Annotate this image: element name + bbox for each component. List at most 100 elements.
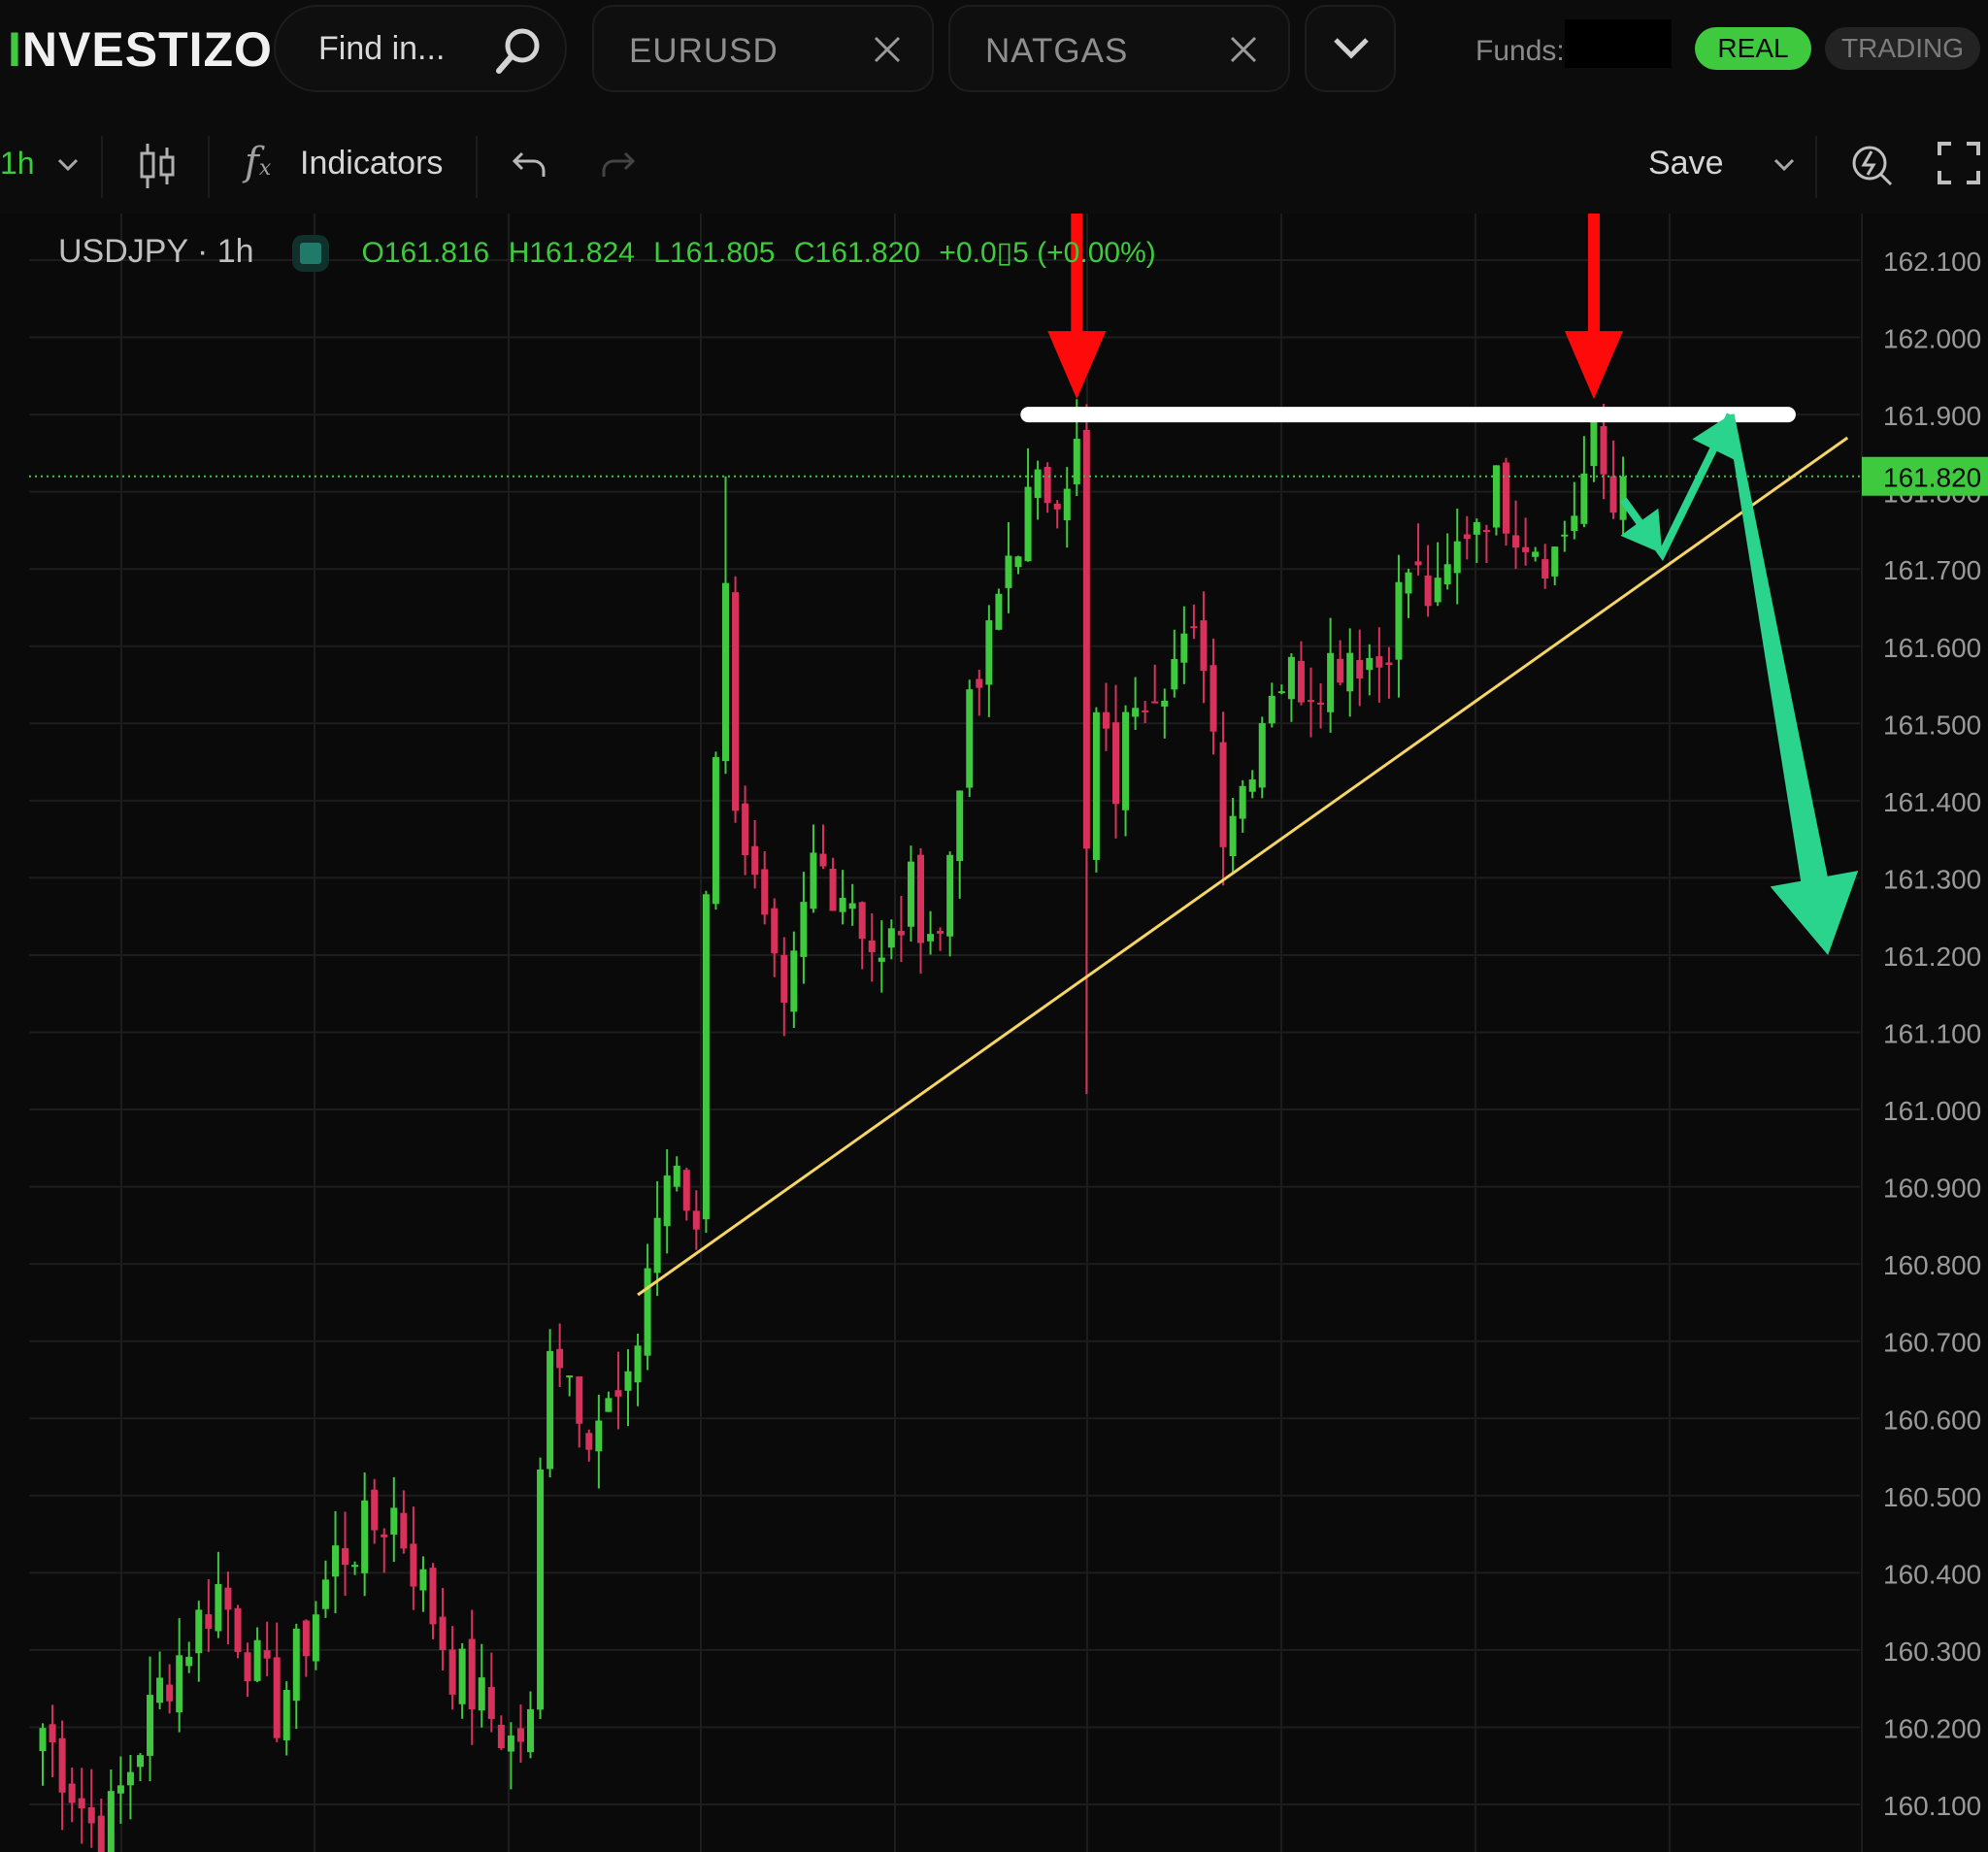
candle bbox=[1443, 564, 1451, 585]
search-box[interactable]: Find in... bbox=[274, 5, 567, 92]
y-axis-tick-label: 160.100 bbox=[1883, 1791, 1981, 1821]
candle bbox=[487, 1686, 495, 1719]
candle bbox=[1337, 658, 1344, 683]
tab-eurusd[interactable]: EURUSD bbox=[592, 5, 934, 92]
search-input[interactable]: Find in... bbox=[318, 30, 445, 68]
real-account-toggle[interactable]: REAL bbox=[1695, 27, 1811, 70]
indicators-button[interactable]: Indicators bbox=[300, 145, 443, 182]
candlestick-type-icon[interactable] bbox=[138, 142, 177, 190]
funds-value-redacted bbox=[1565, 19, 1672, 68]
y-axis-tick-label: 161.600 bbox=[1883, 633, 1981, 663]
current-price-label: 161.820 bbox=[1883, 463, 1981, 493]
logo[interactable]: INVESTIZO bbox=[8, 21, 273, 78]
legend-open: O161.816 bbox=[361, 237, 490, 269]
candle bbox=[497, 1724, 505, 1748]
y-axis-tick-label: 160.500 bbox=[1883, 1482, 1981, 1512]
candle bbox=[692, 1210, 700, 1230]
function-icon[interactable]: fx bbox=[245, 140, 271, 184]
funds-label: Funds: bbox=[1475, 35, 1565, 67]
candle bbox=[1277, 691, 1285, 694]
candle bbox=[1551, 546, 1559, 577]
close-icon[interactable] bbox=[1228, 34, 1259, 65]
candle bbox=[49, 1724, 56, 1742]
candle bbox=[566, 1375, 574, 1378]
candle bbox=[458, 1648, 466, 1704]
candle bbox=[663, 1175, 671, 1227]
candle bbox=[1346, 652, 1354, 692]
candle bbox=[1142, 710, 1149, 712]
candle bbox=[390, 1507, 398, 1535]
candle bbox=[985, 620, 993, 685]
candle bbox=[1209, 665, 1217, 732]
y-axis-tick-label: 160.800 bbox=[1883, 1250, 1981, 1280]
candle bbox=[1503, 462, 1509, 534]
legend-high: H161.824 bbox=[508, 237, 635, 269]
candle bbox=[126, 1771, 134, 1786]
alert-clock-icon[interactable] bbox=[1848, 140, 1897, 188]
candle bbox=[1590, 416, 1598, 467]
candle bbox=[1092, 711, 1100, 860]
candle bbox=[107, 1791, 115, 1852]
candle bbox=[1053, 503, 1061, 510]
candle bbox=[1161, 700, 1169, 707]
candle bbox=[1541, 559, 1549, 579]
tab-natgas[interactable]: NATGAS bbox=[948, 5, 1290, 92]
search-icon[interactable] bbox=[493, 26, 544, 77]
candle bbox=[1532, 551, 1540, 557]
redo-icon[interactable] bbox=[598, 148, 637, 181]
candle bbox=[878, 957, 885, 962]
candle bbox=[819, 853, 827, 867]
y-axis-tick-label: 161.100 bbox=[1883, 1019, 1981, 1049]
candle bbox=[1132, 708, 1140, 717]
interval-selector[interactable]: 1h bbox=[0, 146, 35, 182]
candle bbox=[371, 1489, 379, 1531]
candle bbox=[732, 592, 740, 811]
save-button[interactable]: Save bbox=[1648, 145, 1724, 182]
top-bar: INVESTIZO Find in... EURUSD NATGAS Funds… bbox=[0, 0, 1988, 120]
candle bbox=[644, 1268, 651, 1356]
candle bbox=[1268, 695, 1276, 724]
candle bbox=[1385, 662, 1393, 666]
close-icon[interactable] bbox=[872, 34, 903, 65]
candle bbox=[1297, 660, 1305, 703]
candle bbox=[1151, 701, 1159, 704]
candle bbox=[722, 582, 729, 762]
fullscreen-icon[interactable] bbox=[1938, 142, 1980, 184]
chevron-down-icon[interactable] bbox=[56, 157, 80, 173]
candle bbox=[848, 903, 856, 909]
candle bbox=[585, 1433, 593, 1450]
toolbar-divider bbox=[101, 136, 103, 198]
candle bbox=[273, 1657, 281, 1738]
candle bbox=[516, 1728, 524, 1742]
candle bbox=[302, 1620, 310, 1657]
candle bbox=[927, 934, 935, 942]
tabs-dropdown-button[interactable] bbox=[1305, 5, 1396, 92]
candle bbox=[995, 593, 1003, 630]
y-axis-tick-label: 161.700 bbox=[1883, 555, 1981, 585]
candle bbox=[185, 1656, 193, 1667]
candle bbox=[58, 1737, 66, 1793]
candle bbox=[419, 1569, 427, 1591]
chart-area[interactable]: 162.100162.000161.900161.800161.700161.6… bbox=[0, 214, 1988, 1852]
y-axis-tick-label: 161.500 bbox=[1883, 710, 1981, 740]
candle bbox=[829, 868, 837, 911]
candle bbox=[897, 931, 905, 936]
undo-icon[interactable] bbox=[511, 148, 549, 181]
candle bbox=[1512, 535, 1520, 548]
chevron-down-icon[interactable] bbox=[1773, 157, 1796, 173]
candle bbox=[1024, 486, 1032, 562]
trading-account-toggle[interactable]: TRADING bbox=[1825, 27, 1980, 70]
candle bbox=[1375, 656, 1383, 668]
candle bbox=[321, 1579, 329, 1609]
candle bbox=[887, 928, 895, 948]
candle bbox=[429, 1568, 437, 1625]
price-chart[interactable]: 162.100162.000161.900161.800161.700161.6… bbox=[0, 214, 1988, 1852]
candle bbox=[1190, 626, 1198, 629]
candle bbox=[1287, 656, 1295, 700]
candle bbox=[156, 1677, 164, 1703]
candle bbox=[780, 954, 788, 1003]
candle bbox=[78, 1798, 85, 1809]
candle bbox=[858, 902, 866, 940]
candle bbox=[400, 1512, 408, 1549]
candle bbox=[682, 1170, 690, 1211]
